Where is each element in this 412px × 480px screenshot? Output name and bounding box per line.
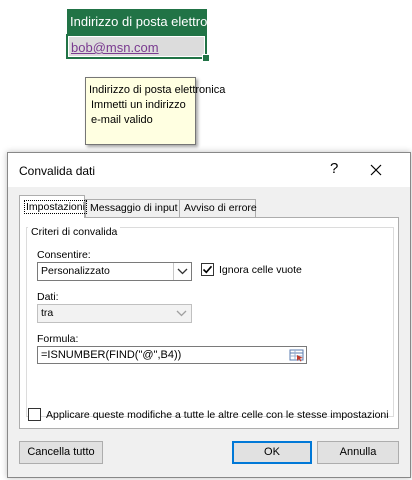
range-selector-icon [289,349,304,362]
apply-all-label: Applicare queste modifiche a tutte le al… [46,409,389,421]
spreadsheet-area: Indirizzo di posta elettronica bob@msn.c… [0,0,412,150]
data-value: tra [41,307,54,319]
selected-cell-value: bob@msn.com [69,37,204,56]
dialog-title: Convalida dati [19,164,96,178]
formula-value: =ISNUMBER(FIND("@",B4)) [41,349,182,361]
data-dropdown-arrow[interactable] [173,305,191,322]
chevron-down-icon [177,268,188,275]
tab-messaggio-label: Messaggio di input [90,202,178,214]
help-button[interactable]: ? [330,160,338,177]
allow-dropdown-arrow[interactable] [173,263,191,280]
ignore-blank-checkbox[interactable] [201,263,214,276]
ok-button[interactable]: OK [232,441,312,464]
header-cell-email[interactable]: Indirizzo di posta elettronica [67,9,207,34]
tab-impostazioni-label: Impostazioni [24,200,87,214]
fill-handle[interactable] [202,54,210,62]
cancel-button[interactable]: Annulla [317,441,399,464]
range-selector-button[interactable] [289,348,305,362]
allow-value: Personalizzato [41,265,110,277]
apply-all-checkbox[interactable] [28,408,41,421]
data-dropdown[interactable]: tra [37,304,192,323]
settings-panel: Criteri di convalida Consentire: Persona… [19,217,399,429]
tab-avviso-di-errore[interactable]: Avviso di errore [179,199,257,217]
allow-label: Consentire: [37,249,91,261]
allow-dropdown[interactable]: Personalizzato [37,262,192,281]
tooltip-title: Indirizzo di posta elettronica [89,84,226,96]
chevron-down-icon [176,310,187,317]
validation-criteria-group: Criteri di convalida Consentire: Persona… [26,226,394,417]
tab-avviso-label: Avviso di errore [184,202,257,214]
tab-messaggio-di-input[interactable]: Messaggio di input [85,199,180,217]
clear-all-button[interactable]: Cancella tutto [19,441,103,464]
data-validation-dialog: Convalida dati ? Impostazioni Messaggio … [7,152,411,478]
close-button[interactable] [368,162,384,178]
tooltip-body: Immetti un indirizzo e-mail valido [91,99,186,126]
formula-label: Formula: [37,333,79,345]
data-label: Dati: [37,291,59,303]
group-label: Criteri di convalida [28,226,121,238]
close-icon [370,164,382,176]
checkmark-icon [202,265,213,274]
selected-cell[interactable]: bob@msn.com [66,34,207,59]
input-message-tooltip: Indirizzo di posta elettronica Immetti u… [85,77,226,145]
tab-impostazioni[interactable]: Impostazioni [19,195,87,218]
formula-input[interactable]: =ISNUMBER(FIND("@",B4)) [37,346,307,364]
ignore-blank-label: Ignora celle vuote [219,264,302,276]
dialog-titlebar: Convalida dati ? [8,153,410,187]
